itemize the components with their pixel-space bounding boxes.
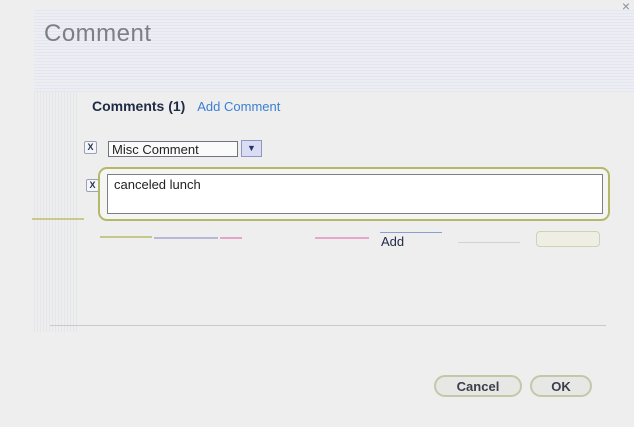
faded-dash xyxy=(315,237,369,239)
faded-dash xyxy=(458,242,520,243)
footer-separator xyxy=(50,325,606,326)
left-divider xyxy=(32,218,84,220)
comments-header: Comments (1) Add Comment xyxy=(92,98,280,114)
faded-dash xyxy=(220,237,242,239)
remove-type-button[interactable]: X xyxy=(84,141,97,154)
cancel-button[interactable]: Cancel xyxy=(434,375,522,397)
close-icon[interactable]: × xyxy=(618,0,634,13)
left-strip xyxy=(34,92,78,332)
faded-button[interactable] xyxy=(536,231,600,247)
comment-text-area[interactable]: canceled lunch xyxy=(107,174,603,214)
dialog-title: Comment xyxy=(44,20,152,47)
comment-dialog: Comment × Comments (1) Add Comment X Mis… xyxy=(0,0,634,427)
comments-count-label: Comments (1) xyxy=(92,98,186,114)
faded-dash xyxy=(100,236,152,238)
comment-type-select[interactable]: Misc Comment xyxy=(108,141,238,157)
add-button-outline xyxy=(380,232,442,233)
chevron-down-icon[interactable]: ▼ xyxy=(241,140,262,157)
add-comment-link[interactable]: Add Comment xyxy=(197,99,280,114)
add-button[interactable]: Add xyxy=(381,233,445,249)
ok-button[interactable]: OK xyxy=(530,375,592,397)
faded-dash xyxy=(154,237,218,239)
